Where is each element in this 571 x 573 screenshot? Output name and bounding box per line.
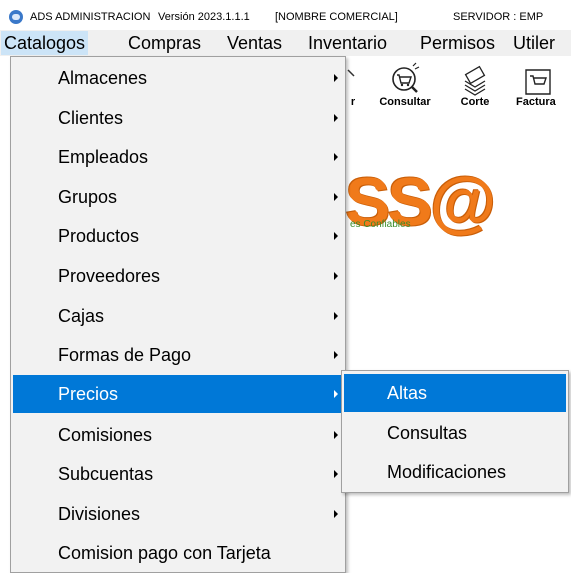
submenu-arrow-icon bbox=[334, 193, 338, 201]
menu-bar: Catalogos Compras Ventas Inventario Perm… bbox=[0, 30, 571, 56]
toolbar-factura-button[interactable]: Factura bbox=[510, 62, 571, 108]
toolbar-corte-button[interactable]: Corte bbox=[452, 62, 498, 108]
server-text: SERVIDOR : EMP bbox=[453, 11, 544, 23]
menu-item-cajas[interactable]: Cajas bbox=[13, 297, 344, 335]
catalogos-dropdown-menu: Almacenes Clientes Empleados Grupos Prod… bbox=[10, 56, 346, 573]
submenu-arrow-icon bbox=[334, 351, 338, 359]
submenu-arrow-icon bbox=[334, 470, 338, 478]
submenu-arrow-icon bbox=[334, 312, 338, 320]
menu-item-subcuentas[interactable]: Subcuentas bbox=[13, 455, 344, 493]
menu-utilerias[interactable]: Utiler bbox=[510, 31, 558, 55]
menu-item-comisiones[interactable]: Comisiones bbox=[13, 416, 344, 454]
menu-item-label: Productos bbox=[58, 226, 140, 246]
menu-item-label: Comision pago con Tarjeta bbox=[58, 543, 271, 563]
menu-compras[interactable]: Compras bbox=[125, 31, 204, 55]
submenu-arrow-icon bbox=[334, 74, 338, 82]
menu-item-label: Formas de Pago bbox=[58, 345, 192, 365]
menu-item-formas-de-pago[interactable]: Formas de Pago bbox=[13, 336, 344, 374]
menu-inventario[interactable]: Inventario bbox=[305, 31, 390, 55]
title-bar: ADS ADMINISTRACION Versión 2023.1.1.1 [N… bbox=[0, 0, 571, 30]
menu-item-label: Almacenes bbox=[58, 68, 148, 88]
menu-permisos[interactable]: Permisos bbox=[417, 31, 498, 55]
cart-search-icon bbox=[392, 62, 420, 93]
menu-item-label: Comisiones bbox=[58, 425, 153, 445]
menu-item-comision-pago-con-tarjeta[interactable]: Comision pago con Tarjeta bbox=[13, 534, 344, 572]
menu-ventas[interactable]: Ventas bbox=[224, 31, 285, 55]
logo-tagline: es Confiables bbox=[350, 219, 411, 230]
invoice-cart-icon bbox=[525, 69, 551, 95]
submenu-item-altas[interactable]: Altas bbox=[344, 374, 566, 412]
menu-item-almacenes[interactable]: Almacenes bbox=[13, 59, 344, 97]
menu-item-productos[interactable]: Productos bbox=[13, 217, 344, 255]
partial-icon bbox=[347, 69, 355, 77]
menu-item-label: Grupos bbox=[58, 187, 118, 207]
money-stack-icon bbox=[464, 65, 486, 96]
submenu-arrow-icon bbox=[334, 510, 338, 518]
menu-item-label: Cajas bbox=[58, 306, 105, 326]
menu-item-precios[interactable]: Precios bbox=[13, 375, 344, 413]
submenu-arrow-icon bbox=[334, 153, 338, 161]
submenu-arrow-icon bbox=[334, 272, 338, 280]
menu-item-label: Divisiones bbox=[58, 504, 141, 524]
precios-submenu: Altas Consultas Modificaciones bbox=[341, 370, 569, 493]
menu-item-label: Proveedores bbox=[58, 266, 161, 286]
submenu-item-consultas[interactable]: Consultas bbox=[344, 414, 566, 452]
menu-catalogos[interactable]: Catalogos bbox=[1, 31, 89, 55]
submenu-arrow-icon bbox=[334, 232, 338, 240]
company-logo: SS@ es Confiables bbox=[345, 168, 496, 236]
menu-item-label: Empleados bbox=[58, 147, 149, 167]
menu-item-clientes[interactable]: Clientes bbox=[13, 99, 344, 137]
menu-item-divisiones[interactable]: Divisiones bbox=[13, 495, 344, 533]
menu-item-proveedores[interactable]: Proveedores bbox=[13, 257, 344, 295]
company-name: [NOMBRE COMERCIAL] bbox=[275, 11, 398, 23]
submenu-item-modificaciones[interactable]: Modificaciones bbox=[344, 453, 566, 491]
toolbar-corte-label: Corte bbox=[460, 96, 490, 108]
app-name: ADS ADMINISTRACION bbox=[30, 11, 151, 23]
menu-item-label: Subcuentas bbox=[58, 464, 154, 484]
version-text: Versión 2023.1.1.1 bbox=[158, 11, 250, 23]
toolbar-consultar-label: Consultar bbox=[379, 96, 431, 108]
submenu-arrow-icon bbox=[334, 431, 338, 439]
app-icon bbox=[9, 10, 23, 24]
toolbar-item-partial-label: r bbox=[350, 96, 356, 108]
submenu-arrow-icon bbox=[334, 114, 338, 122]
menu-item-label: Clientes bbox=[58, 108, 124, 128]
menu-item-empleados[interactable]: Empleados bbox=[13, 138, 344, 176]
menu-item-grupos[interactable]: Grupos bbox=[13, 178, 344, 216]
submenu-arrow-icon bbox=[334, 390, 338, 398]
toolbar-item-partial[interactable]: r bbox=[346, 66, 360, 108]
toolbar-consultar-button[interactable]: Consultar bbox=[368, 62, 442, 108]
menu-item-label: Precios bbox=[58, 384, 119, 404]
toolbar-factura-label: Factura bbox=[516, 96, 556, 108]
